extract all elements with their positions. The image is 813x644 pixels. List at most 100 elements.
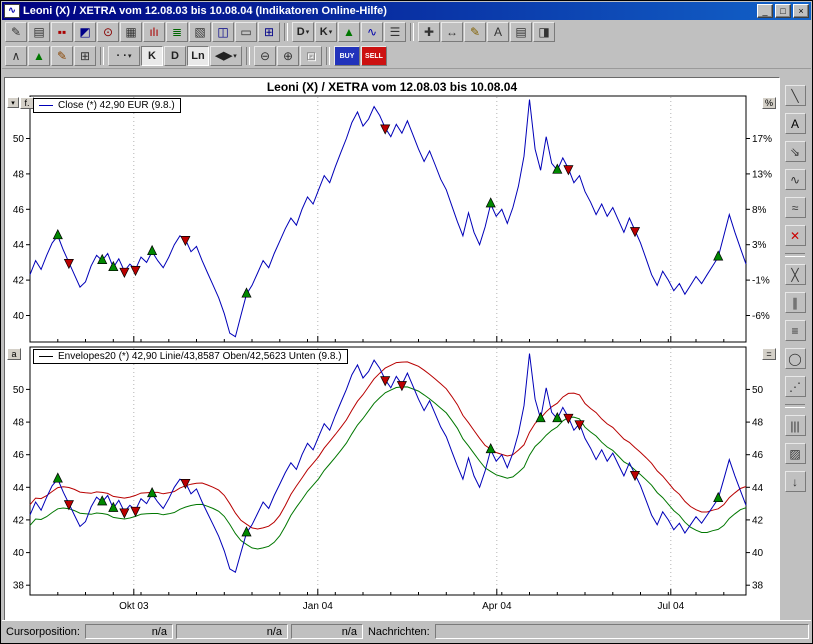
levels-icon[interactable]: ☰ — [384, 22, 406, 42]
curve-tool-icon-glyph: ∿ — [790, 174, 800, 186]
svg-text:Jul 04: Jul 04 — [657, 601, 684, 612]
dropdown-arrow-icon: ▾ — [329, 29, 333, 36]
arrow-tool-icon[interactable]: ⇘ — [785, 141, 806, 162]
arrow-down-tool-icon[interactable]: ↓ — [785, 471, 806, 492]
fibonacci-tool-icon[interactable]: ⋰ — [785, 376, 806, 397]
svg-text:44: 44 — [13, 483, 25, 494]
copy-icon[interactable]: ▤ — [28, 22, 50, 42]
svg-text:38: 38 — [13, 581, 25, 592]
svg-text:3%: 3% — [752, 240, 767, 251]
pane2-scale-flag[interactable]: a — [7, 348, 21, 360]
application-window: ∿ Leoni (X) / XETRA vom 12.08.03 bis 10.… — [0, 0, 813, 644]
quote-board-icon[interactable]: ▪▪ — [51, 22, 73, 42]
separator — [284, 23, 288, 41]
text-page-icon[interactable]: A — [487, 22, 509, 42]
channel-tool-icon[interactable]: ≡ — [785, 320, 806, 341]
svg-text:46: 46 — [752, 450, 764, 461]
app-icon: ∿ — [4, 4, 20, 18]
wave-tool-icon[interactable]: ≈ — [785, 197, 806, 218]
new-analysis-icon[interactable]: ✎ — [5, 22, 27, 42]
sell-button[interactable]: SELL — [361, 46, 387, 66]
weekly-dropdown-button[interactable]: K▾ — [315, 22, 337, 42]
notes-icon-glyph: ▤ — [515, 26, 526, 38]
draw-pencil-icon[interactable]: ✎ — [464, 22, 486, 42]
candle-chart-icon[interactable]: ≣ — [166, 22, 188, 42]
parallel-lines-tool-icon[interactable]: ∥ — [785, 292, 806, 313]
cursor-x-field: n/a — [85, 624, 173, 639]
bar-toggle-button[interactable]: D — [164, 46, 186, 66]
save-icon[interactable]: ◫ — [212, 22, 234, 42]
magnify-chart-icon[interactable]: ⊙ — [97, 22, 119, 42]
svg-text:42: 42 — [13, 515, 25, 526]
svg-text:13%: 13% — [752, 169, 772, 180]
text-tool-icon[interactable]: A — [785, 113, 806, 134]
tracking-icon[interactable]: ↔ — [441, 22, 463, 42]
dropdown-arrow-icon: ▾ — [306, 29, 310, 36]
ellipse-tool-icon[interactable]: ◯ — [785, 348, 806, 369]
chart-window-icon[interactable]: ⊞ — [258, 22, 280, 42]
indicator-icon[interactable]: ∿ — [361, 22, 383, 42]
cursor-position-label: Cursorposition: — [4, 626, 82, 638]
candlestick-toggle-button[interactable]: K — [141, 46, 163, 66]
pane1-legend-text: Close (*) 42,90 EUR (9.8.) — [58, 100, 175, 111]
parallel-lines-tool-icon-glyph: ∥ — [792, 297, 798, 309]
zigzag-icon[interactable]: ∧ — [5, 46, 27, 66]
sell-button-glyph: SELL — [365, 53, 383, 60]
scroll-dropdown[interactable]: ◀▶▾ — [210, 46, 242, 66]
copy-icon-glyph: ▤ — [33, 26, 44, 38]
quote-board-icon-glyph: ▪▪ — [58, 26, 67, 38]
table-icon[interactable]: ▦ — [120, 22, 142, 42]
cross-lines-tool-icon[interactable]: ╳ — [785, 264, 806, 285]
zoom-in-icon[interactable]: ⊕ — [277, 46, 299, 66]
minimize-button[interactable]: _ — [757, 4, 773, 18]
curve-tool-icon[interactable]: ∿ — [785, 169, 806, 190]
svg-text:42: 42 — [752, 515, 764, 526]
separator — [785, 253, 805, 257]
pane1-collapse-button[interactable]: ▾ — [7, 97, 19, 108]
trend-line-tool-icon[interactable]: ╲ — [785, 85, 806, 106]
separator — [246, 47, 250, 65]
indicator-icon-glyph: ∿ — [367, 26, 377, 38]
period-dropdown[interactable]: · ·▾ — [108, 46, 140, 66]
pane1-legend: Close (*) 42,90 EUR (9.8.) — [33, 98, 181, 113]
pane1-scale-flag[interactable]: f. — [20, 97, 34, 109]
grid-lines-tool-icon[interactable]: ||| — [785, 415, 806, 436]
notes-icon[interactable]: ▤ — [510, 22, 532, 42]
frame-icon[interactable]: ⊞ — [74, 46, 96, 66]
brush-icon[interactable]: ✎ — [51, 46, 73, 66]
bar-chart-icon[interactable]: ılı — [143, 22, 165, 42]
pane2-splitter-handle[interactable]: = — [762, 348, 776, 360]
close-button[interactable]: × — [793, 4, 809, 18]
print-icon[interactable]: ▭ — [235, 22, 257, 42]
new-analysis-icon-glyph: ✎ — [11, 26, 21, 38]
signal-chart-icon[interactable]: ▲ — [338, 22, 360, 42]
pane2-legend-text: Envelopes20 (*) 42,90 Linie/43,8587 Oben… — [58, 351, 342, 362]
layout-icon[interactable]: ◨ — [533, 22, 555, 42]
buy-button-glyph: BUY — [340, 53, 355, 60]
chart-report-icon[interactable]: ▧ — [189, 22, 211, 42]
buy-button[interactable]: BUY — [334, 46, 360, 66]
svg-text:50: 50 — [13, 134, 25, 145]
portfolio-icon[interactable]: ◩ — [74, 22, 96, 42]
svg-text:-1%: -1% — [752, 276, 770, 287]
svg-text:17%: 17% — [752, 134, 772, 145]
svg-text:Apr 04: Apr 04 — [482, 601, 512, 612]
zoom-out-icon[interactable]: ⊖ — [254, 46, 276, 66]
cross-lines-tool-icon-glyph: ╳ — [791, 269, 798, 281]
text-tool-icon-glyph: A — [791, 118, 799, 130]
svg-text:40: 40 — [13, 548, 25, 559]
svg-text:-6%: -6% — [752, 311, 770, 322]
pane1-percent-scale-button[interactable]: % — [762, 97, 776, 109]
envelopes-chart[interactable]: 5050484846464444424240403838Okt 03Jan 04… — [5, 346, 773, 618]
price-chart[interactable]: 5017%4813%468%443%42-1%40-6% — [5, 95, 773, 345]
maximize-button[interactable]: □ — [775, 4, 791, 18]
dropdown-arrow-icon: ▾ — [233, 53, 237, 60]
hatch-tool-icon[interactable]: ▨ — [785, 443, 806, 464]
crosshair-icon[interactable]: ✚ — [418, 22, 440, 42]
signals-icon[interactable]: ▲ — [28, 46, 50, 66]
title-bar[interactable]: ∿ Leoni (X) / XETRA vom 12.08.03 bis 10.… — [2, 2, 811, 20]
log-scale-toggle-button[interactable]: Ln — [187, 46, 209, 66]
delete-drawing-tool-icon[interactable]: ✕ — [785, 225, 806, 246]
daily-dropdown-button[interactable]: D▾ — [292, 22, 314, 42]
svg-text:38: 38 — [752, 581, 764, 592]
